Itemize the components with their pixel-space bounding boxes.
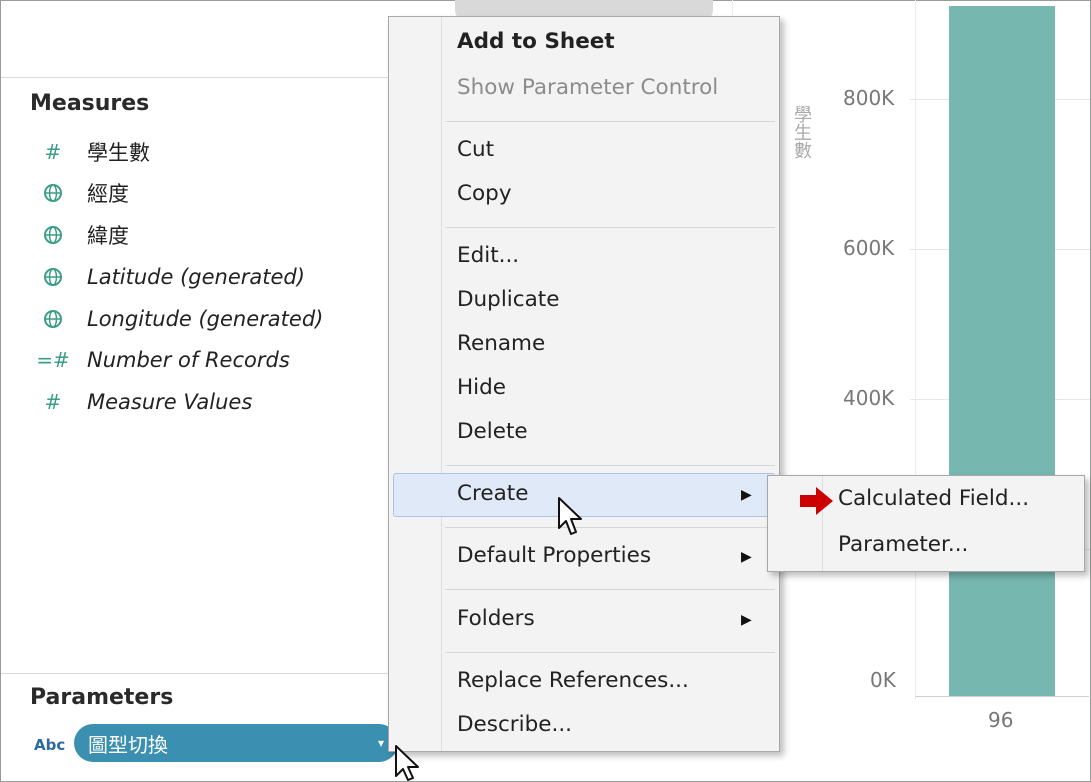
- y-tick-label: 800K: [843, 86, 895, 110]
- parameters-heading: Parameters: [30, 685, 174, 710]
- menu-item-describe[interactable]: Describe...: [457, 712, 572, 737]
- records-hash-icon: =#: [36, 348, 70, 372]
- field-name: Longitude (generated): [87, 307, 324, 331]
- field-name: Number of Records: [87, 348, 290, 372]
- x-axis-line: [915, 696, 1089, 697]
- submenu-arrow-icon: ▶: [741, 549, 752, 565]
- menu-item-replace-references[interactable]: Replace References...: [457, 668, 689, 693]
- parameter-pill[interactable]: 圖型切換 ▾: [74, 724, 398, 762]
- menu-separator: [445, 227, 775, 228]
- red-arrow-icon: [800, 487, 833, 515]
- submenu-item-calculated-field[interactable]: Calculated Field...: [838, 486, 1029, 511]
- menu-item-create[interactable]: Create: [457, 481, 528, 506]
- menu-item-show-parameter-control: Show Parameter Control: [457, 75, 719, 100]
- field-name: 經度: [87, 182, 129, 206]
- menu-item-folders[interactable]: Folders: [457, 606, 535, 631]
- data-pane: Measures # 學生數 經度 緯度 Latitude (generated…: [1, 1, 401, 781]
- field-name: 緯度: [87, 224, 129, 248]
- menu-item-duplicate[interactable]: Duplicate: [457, 287, 559, 312]
- menu-separator: [445, 465, 775, 466]
- submenu-item-parameter[interactable]: Parameter...: [838, 532, 968, 557]
- measure-field-students[interactable]: # 學生數: [37, 134, 150, 170]
- menu-item-cut[interactable]: Cut: [457, 137, 494, 162]
- menu-item-rename[interactable]: Rename: [457, 331, 545, 356]
- y-tick-label: 0K: [870, 668, 896, 692]
- measure-field-longitude-generated[interactable]: Longitude (generated): [37, 301, 323, 337]
- field-name: Measure Values: [87, 390, 253, 414]
- parameter-name: 圖型切換: [88, 732, 168, 757]
- globe-icon: [37, 309, 69, 329]
- mouse-cursor-icon: [395, 745, 419, 781]
- menu-item-hide[interactable]: Hide: [457, 375, 506, 400]
- globe-icon: [37, 267, 69, 287]
- mouse-cursor-icon: [558, 497, 582, 535]
- menu-separator: [445, 589, 775, 590]
- parameter-type-label: Abc: [34, 736, 66, 754]
- column-divider: [915, 0, 916, 700]
- y-tick-label: 600K: [843, 236, 895, 260]
- submenu-arrow-icon: ▶: [741, 612, 752, 628]
- x-tick-label: 96: [988, 708, 1014, 732]
- menu-item-edit[interactable]: Edit...: [457, 243, 519, 268]
- measure-field-longitude-zh[interactable]: 經度: [37, 175, 129, 211]
- menu-separator: [445, 527, 775, 528]
- globe-icon: [37, 183, 69, 203]
- menu-item-delete[interactable]: Delete: [457, 419, 528, 444]
- hash-icon: #: [44, 140, 62, 164]
- field-name: 學生數: [87, 141, 150, 165]
- submenu-arrow-icon: ▶: [741, 487, 752, 503]
- pane-divider: [1, 77, 401, 78]
- context-menu: Add to Sheet Show Parameter Control Cut …: [388, 16, 780, 752]
- field-name: Latitude (generated): [87, 265, 305, 289]
- y-axis-title: 學生數: [791, 105, 812, 159]
- y-tick-label: 400K: [843, 386, 895, 410]
- menu-item-add-to-sheet[interactable]: Add to Sheet: [457, 29, 615, 54]
- menu-gutter: [441, 17, 442, 751]
- pane-divider: [1, 673, 401, 674]
- chart-bar[interactable]: [949, 6, 1055, 696]
- hash-icon: #: [44, 390, 62, 414]
- menu-item-default-properties[interactable]: Default Properties: [457, 543, 651, 568]
- chevron-down-icon[interactable]: ▾: [378, 736, 384, 750]
- measure-field-latitude-zh[interactable]: 緯度: [37, 217, 129, 253]
- measure-field-number-of-records[interactable]: =# Number of Records: [36, 342, 290, 378]
- measures-heading: Measures: [30, 91, 150, 116]
- globe-icon: [37, 225, 69, 245]
- measure-field-measure-values[interactable]: # Measure Values: [37, 384, 253, 420]
- menu-separator: [445, 652, 775, 653]
- menu-item-copy[interactable]: Copy: [457, 181, 512, 206]
- measure-field-latitude-generated[interactable]: Latitude (generated): [37, 259, 305, 295]
- menu-separator: [445, 121, 775, 122]
